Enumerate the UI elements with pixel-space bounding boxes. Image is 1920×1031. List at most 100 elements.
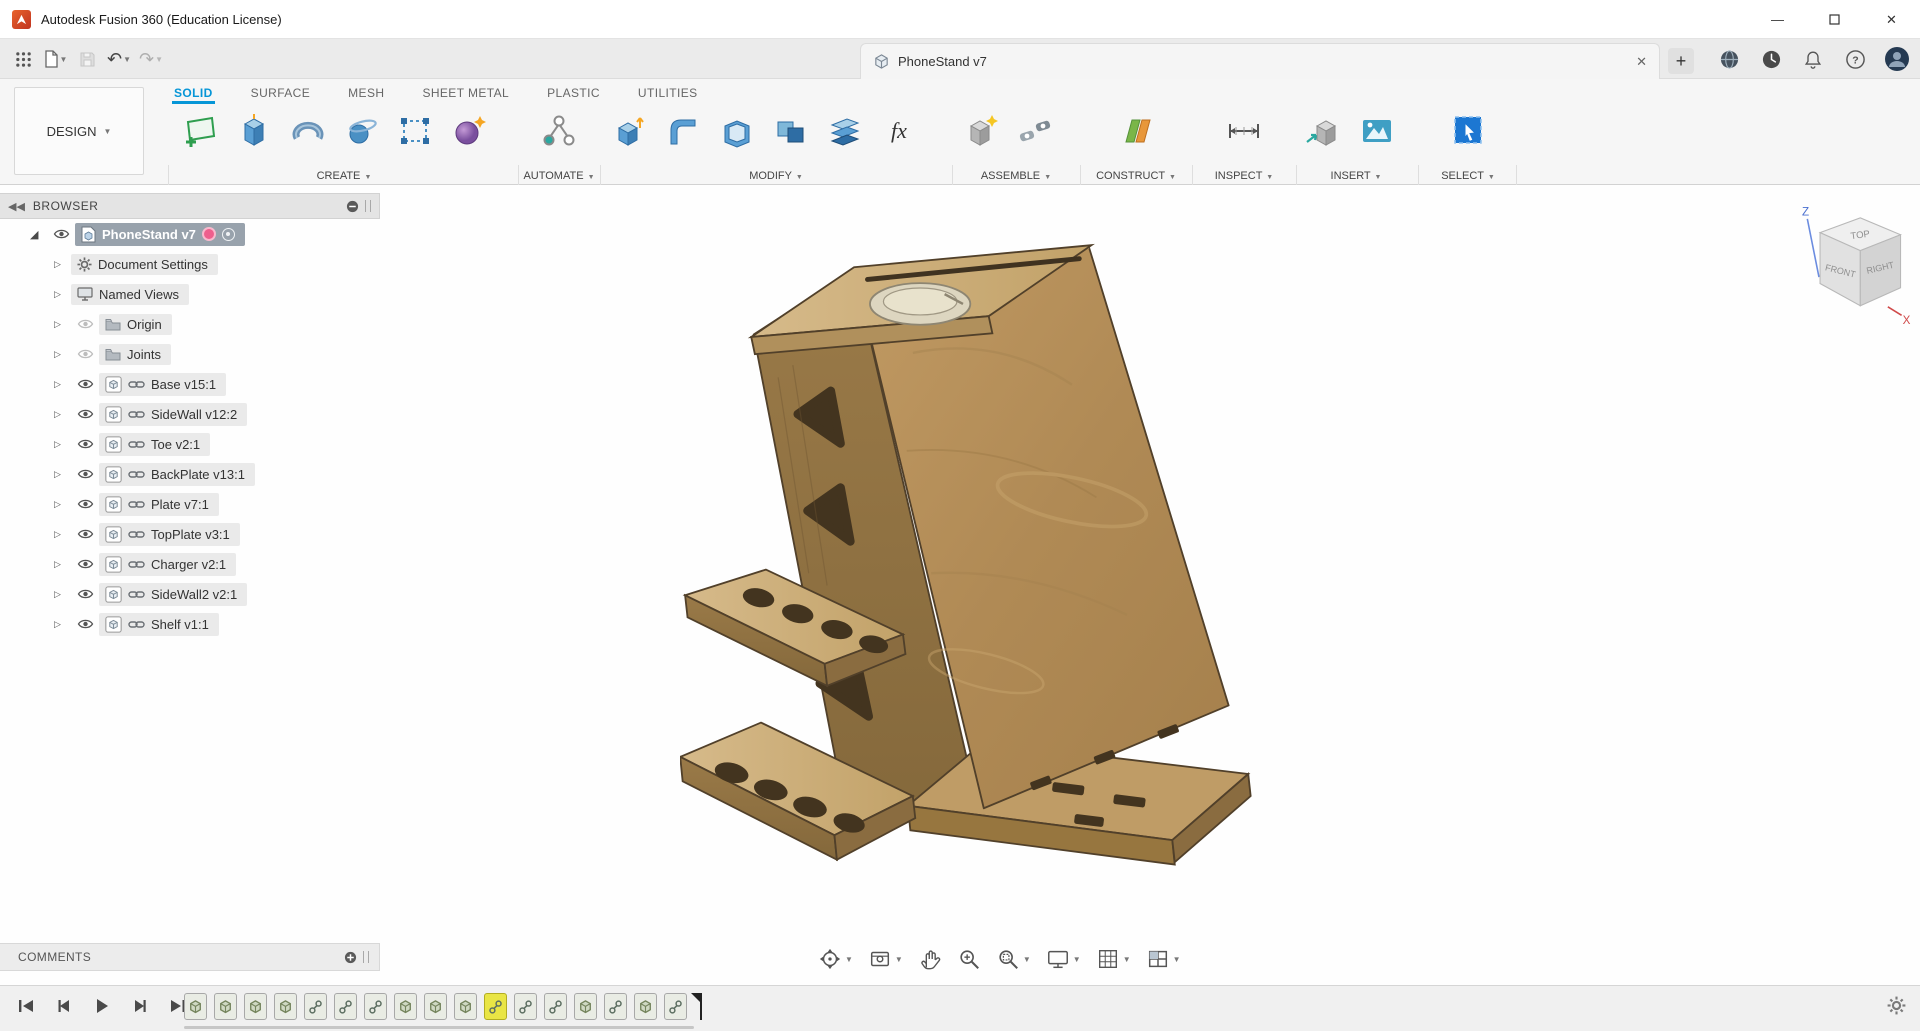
collapse-panel-icon[interactable]: ◀◀: [8, 200, 25, 213]
joint-icon[interactable]: [1012, 106, 1058, 156]
tab-close-icon[interactable]: ✕: [1636, 54, 1647, 70]
extrude-icon[interactable]: [230, 106, 276, 156]
timeline-feature[interactable]: [634, 993, 657, 1020]
clock-icon[interactable]: [1758, 44, 1784, 74]
browser-item-label[interactable]: Charger v2:1: [151, 557, 226, 572]
browser-root-label[interactable]: PhoneStand v7: [102, 227, 196, 242]
timeline-feature[interactable]: [334, 993, 357, 1020]
avatar[interactable]: [1884, 44, 1910, 74]
shell-icon[interactable]: [714, 106, 760, 156]
globe-icon[interactable]: [1716, 44, 1742, 74]
new-tab-button[interactable]: +: [1668, 48, 1694, 74]
grid-and-snaps-icon[interactable]: ▼: [1093, 945, 1134, 973]
create-group-label[interactable]: CREATE ▼: [176, 170, 512, 182]
file-menu-button[interactable]: ▼: [42, 44, 68, 74]
visibility-on-icon[interactable]: [77, 618, 94, 630]
measure-icon[interactable]: [1221, 106, 1267, 156]
timeline-feature[interactable]: [184, 993, 207, 1020]
browser-header[interactable]: ◀◀ BROWSER: [0, 193, 380, 219]
redo-button[interactable]: ↷ ▼: [138, 44, 164, 74]
timeline-settings-gear-icon[interactable]: [1887, 996, 1906, 1015]
construct-plane-icon[interactable]: [1113, 106, 1159, 156]
disclosure-caret-icon[interactable]: ▷: [54, 469, 71, 480]
visibility-on-icon[interactable]: [77, 528, 94, 540]
design-workspace-dropdown[interactable]: DESIGN ▼: [14, 87, 144, 175]
browser-row[interactable]: ▷ Toe v2:1: [0, 429, 380, 459]
comments-add-icon[interactable]: [344, 951, 357, 964]
ribbon-tab[interactable]: UTILITIES: [636, 86, 700, 104]
construct-group-label[interactable]: CONSTRUCT ▼: [1086, 170, 1186, 182]
press-pull-icon[interactable]: [606, 106, 652, 156]
create-sketch-icon[interactable]: [176, 106, 222, 156]
ribbon-tab[interactable]: SOLID: [172, 86, 215, 104]
disclosure-caret-icon[interactable]: ▷: [54, 529, 71, 540]
browser-row[interactable]: ▷ Plate v7:1: [0, 489, 380, 519]
browser-row[interactable]: ▷ Shelf v1:1: [0, 609, 380, 639]
browser-item-label[interactable]: SideWall v12:2: [151, 407, 237, 422]
fillet-icon[interactable]: [660, 106, 706, 156]
look-at-icon[interactable]: ▼: [865, 945, 906, 973]
disclosure-caret-icon[interactable]: ▷: [54, 439, 71, 450]
disclosure-caret-icon[interactable]: ▷: [54, 349, 71, 360]
sweep-icon[interactable]: [338, 106, 384, 156]
browser-item-label[interactable]: BackPlate v13:1: [151, 467, 245, 482]
timeline-feature[interactable]: [244, 993, 267, 1020]
visibility-off-icon[interactable]: [77, 318, 94, 330]
timeline-feature[interactable]: [544, 993, 567, 1020]
select-icon[interactable]: [1445, 106, 1491, 156]
play-button[interactable]: [90, 994, 114, 1018]
browser-row[interactable]: ▷ Charger v2:1: [0, 549, 380, 579]
bell-icon[interactable]: [1800, 44, 1826, 74]
close-button[interactable]: ✕: [1863, 0, 1920, 39]
visibility-on-icon[interactable]: [77, 378, 94, 390]
create-form-icon[interactable]: [446, 106, 492, 156]
browser-item-label[interactable]: Named Views: [99, 287, 179, 302]
panel-grip[interactable]: [365, 200, 371, 212]
zoom-icon[interactable]: [954, 945, 984, 973]
viewports-icon[interactable]: ▼: [1143, 945, 1184, 973]
rectangular-pattern-icon[interactable]: [392, 106, 438, 156]
select-group-label[interactable]: SELECT ▼: [1424, 170, 1512, 182]
visibility-off-icon[interactable]: [77, 348, 94, 360]
timeline-feature[interactable]: [364, 993, 387, 1020]
browser-item-label[interactable]: Origin: [127, 317, 162, 332]
modify-group-label[interactable]: MODIFY ▼: [606, 170, 946, 182]
disclosure-caret-icon[interactable]: ▷: [54, 559, 71, 570]
insert-canvas-icon[interactable]: [1354, 106, 1400, 156]
timeline-feature[interactable]: [574, 993, 597, 1020]
revolve-icon[interactable]: [284, 106, 330, 156]
timeline-feature[interactable]: [214, 993, 237, 1020]
timeline-scrollbar[interactable]: [184, 1026, 694, 1029]
fit-icon[interactable]: ▼: [993, 945, 1034, 973]
visibility-on-icon[interactable]: [53, 228, 70, 240]
timeline-playhead[interactable]: [691, 993, 702, 1020]
timeline-feature[interactable]: [604, 993, 627, 1020]
browser-row[interactable]: ▷ SideWall2 v2:1: [0, 579, 380, 609]
maximize-button[interactable]: [1806, 0, 1863, 39]
browser-row[interactable]: ▷ Origin: [0, 309, 380, 339]
visibility-on-icon[interactable]: [77, 588, 94, 600]
disclosure-caret-icon[interactable]: ▷: [54, 379, 71, 390]
ribbon-tab[interactable]: SHEET METAL: [420, 86, 511, 104]
browser-row[interactable]: ▷ Joints: [0, 339, 380, 369]
visibility-on-icon[interactable]: [77, 468, 94, 480]
app-grid-icon[interactable]: [10, 44, 36, 74]
ribbon-tab[interactable]: SURFACE: [249, 86, 312, 104]
browser-item-label[interactable]: Plate v7:1: [151, 497, 209, 512]
minimize-button[interactable]: —: [1749, 0, 1806, 39]
panel-minus-icon[interactable]: [346, 200, 359, 213]
visibility-on-icon[interactable]: [77, 438, 94, 450]
browser-item-label[interactable]: TopPlate v3:1: [151, 527, 230, 542]
browser-item-label[interactable]: Document Settings: [98, 257, 208, 272]
browser-item-label[interactable]: Shelf v1:1: [151, 617, 209, 632]
timeline-feature[interactable]: [304, 993, 327, 1020]
browser-row[interactable]: ▷ BackPlate v13:1: [0, 459, 380, 489]
disclosure-caret-icon[interactable]: ▷: [54, 289, 71, 300]
disclosure-caret-icon[interactable]: ▷: [54, 499, 71, 510]
offset-face-icon[interactable]: [822, 106, 868, 156]
timeline-feature[interactable]: [484, 993, 507, 1020]
disclosure-caret-icon[interactable]: ▷: [54, 319, 71, 330]
undo-button[interactable]: ↶ ▼: [106, 44, 132, 74]
combine-icon[interactable]: [768, 106, 814, 156]
browser-row[interactable]: ▷ Document Settings: [0, 249, 380, 279]
